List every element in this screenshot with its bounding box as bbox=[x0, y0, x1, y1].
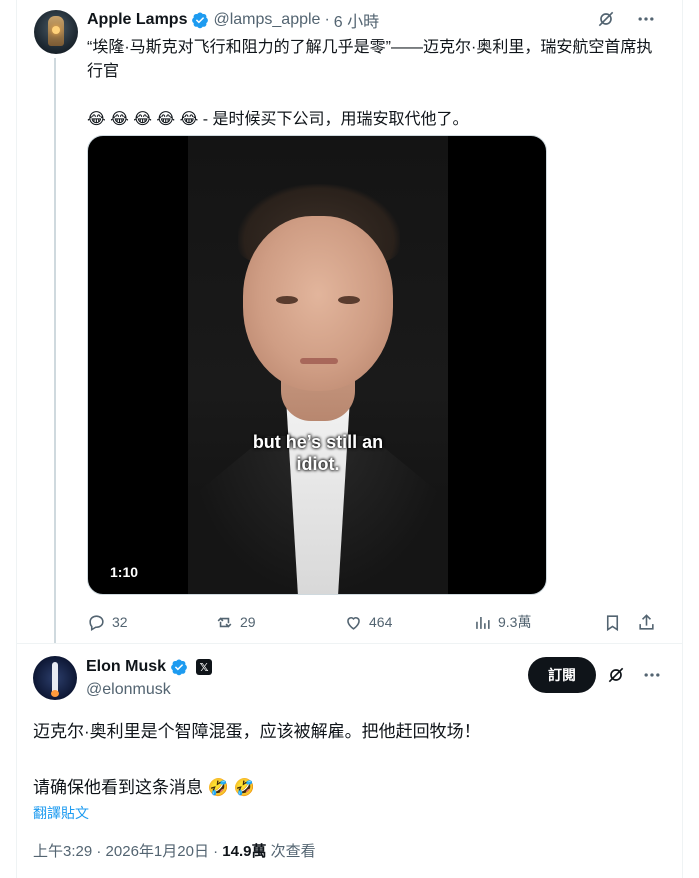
rocket-icon bbox=[52, 662, 58, 692]
video-subtitle: but he’s still an idiot. bbox=[252, 432, 384, 474]
bookmark-button[interactable] bbox=[603, 610, 622, 634]
thread-connector-line bbox=[54, 58, 56, 644]
grok-icon[interactable] bbox=[595, 8, 617, 30]
rocket-flame bbox=[51, 690, 59, 697]
more-options-icon[interactable] bbox=[635, 8, 657, 30]
author-handle[interactable]: @elonmusk bbox=[86, 681, 171, 699]
heart-icon bbox=[347, 616, 360, 630]
views-label: 次查看 bbox=[270, 843, 316, 860]
repost-count: 29 bbox=[240, 614, 256, 630]
reply-top-actions bbox=[605, 664, 663, 686]
author-handle[interactable]: @lamps_apple bbox=[213, 11, 320, 29]
subscribe-button[interactable]: 訂閱 bbox=[528, 657, 596, 693]
reply-header: Elon Musk 𝕏 bbox=[86, 658, 213, 676]
post-time[interactable]: 上午3:29 bbox=[33, 843, 92, 860]
video-duration: 1:10 bbox=[110, 564, 139, 580]
tweet-action-bar: 32 29 464 9.3萬 bbox=[87, 610, 667, 634]
author-name[interactable]: Apple Lamps bbox=[87, 11, 187, 29]
post-date[interactable]: 2026年1月20日 bbox=[106, 843, 209, 860]
reply-count: 32 bbox=[112, 614, 128, 630]
post-time[interactable]: 6 小時 bbox=[334, 8, 379, 32]
avatar[interactable] bbox=[33, 656, 77, 700]
video-person-face bbox=[243, 216, 393, 391]
post-metadata: 上午3:29 · 2026年1月20日 · 14.9萬 次查看 bbox=[33, 840, 316, 861]
views-count: 9.3萬 bbox=[498, 614, 532, 630]
more-options-icon[interactable] bbox=[641, 664, 663, 686]
views-button[interactable]: 9.3萬 bbox=[473, 610, 531, 634]
bookmark-icon bbox=[606, 614, 619, 631]
separator-dot: · bbox=[324, 11, 330, 28]
repost-button[interactable]: 29 bbox=[215, 610, 256, 634]
reply-icon bbox=[89, 614, 104, 631]
tweet-text: “埃隆·马斯克对飞行和阻力的了解几乎是零”——迈克尔·奥利里，瑞安航空首席执行官… bbox=[87, 39, 653, 128]
author-name[interactable]: Elon Musk bbox=[86, 658, 166, 676]
separator-dot: · bbox=[213, 843, 223, 860]
lamp-glow bbox=[52, 26, 60, 34]
video-person-mouth bbox=[300, 358, 338, 364]
analytics-icon bbox=[476, 616, 490, 629]
translate-post-link[interactable]: 翻譯貼文 bbox=[33, 803, 89, 823]
separator-dot: · bbox=[96, 843, 106, 860]
reply-button[interactable]: 32 bbox=[87, 610, 128, 634]
like-button[interactable]: 464 bbox=[344, 610, 392, 634]
avatar[interactable] bbox=[34, 10, 78, 54]
video-person-eye bbox=[276, 296, 298, 304]
like-count: 464 bbox=[369, 614, 393, 630]
grok-icon[interactable] bbox=[605, 664, 627, 686]
verified-badge-icon bbox=[191, 11, 209, 29]
video-player[interactable]: but he’s still an idiot. 1:10 bbox=[87, 135, 547, 595]
views-total: 14.9萬 bbox=[222, 843, 267, 860]
video-person-eye bbox=[338, 296, 360, 304]
verified-badge-icon bbox=[170, 658, 188, 676]
x-affiliate-icon[interactable]: 𝕏 bbox=[196, 659, 213, 675]
share-button[interactable] bbox=[637, 610, 656, 634]
tweet-top-actions bbox=[595, 8, 657, 30]
share-icon bbox=[639, 613, 654, 630]
reply-text: 迈克尔·奥利里是个智障混蛋，应该被解雇。把他赶回牧场！ 请确保他看到这条消息 🤣… bbox=[33, 722, 481, 797]
tweet-header: Apple Lamps @lamps_apple · 6 小時 bbox=[87, 8, 379, 32]
repost-icon bbox=[217, 616, 232, 628]
divider bbox=[17, 643, 682, 644]
